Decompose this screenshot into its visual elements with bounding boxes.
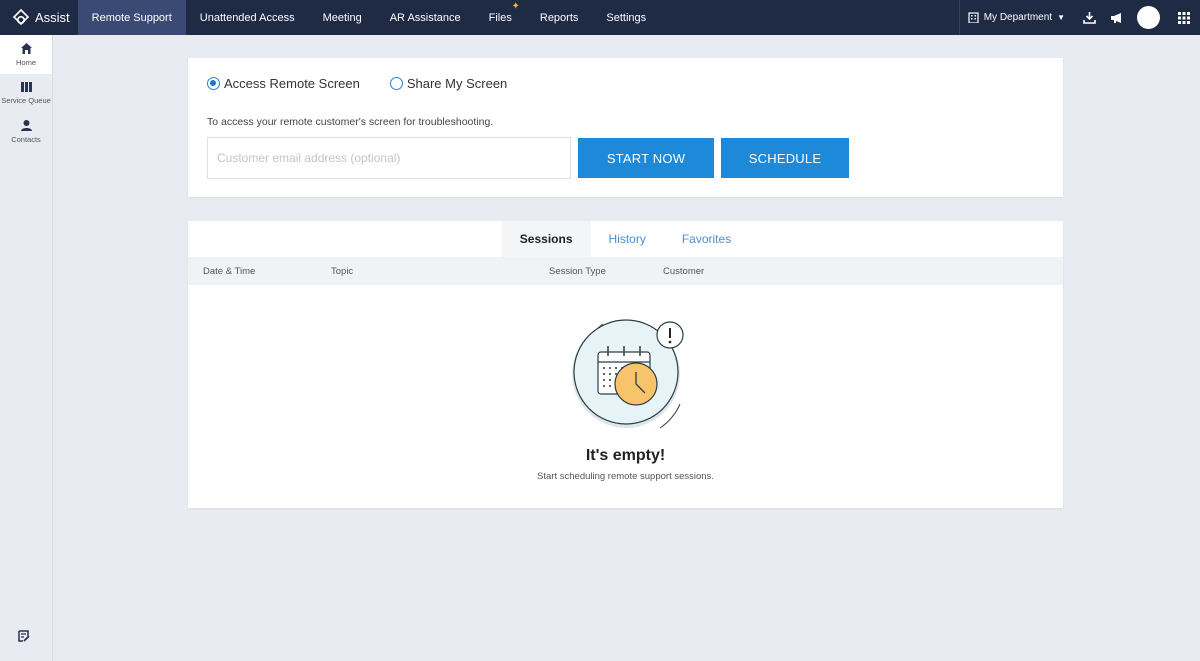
nav-meeting[interactable]: Meeting bbox=[309, 0, 376, 35]
building-icon bbox=[968, 12, 979, 23]
nav-label: Meeting bbox=[322, 11, 362, 24]
nav-unattended-access[interactable]: Unattended Access bbox=[186, 0, 309, 35]
top-right-actions: My Department ▼ bbox=[958, 0, 1200, 35]
top-bar: Assist Remote Support Unattended Access … bbox=[0, 0, 1200, 35]
nav-label: Settings bbox=[606, 11, 647, 24]
nav-remote-support[interactable]: Remote Support bbox=[77, 0, 186, 35]
radio-unselected-icon bbox=[389, 77, 403, 90]
department-selector[interactable]: My Department ▼ bbox=[958, 0, 1075, 35]
nav-label: Reports bbox=[539, 11, 579, 24]
assist-logo-icon bbox=[12, 8, 30, 25]
start-now-button[interactable]: START NOW bbox=[578, 138, 714, 178]
queue-icon bbox=[20, 82, 32, 92]
contacts-icon bbox=[20, 120, 32, 131]
left-sidebar: Home Service Queue Contacts bbox=[0, 35, 53, 661]
schedule-button[interactable]: SCHEDULE bbox=[721, 138, 849, 178]
sidebar-item-contacts[interactable]: Contacts bbox=[0, 112, 52, 151]
column-header[interactable]: Customer bbox=[663, 266, 704, 277]
sidebar-item-home[interactable]: Home bbox=[0, 35, 52, 74]
radio-share-my-screen[interactable]: Share My Screen bbox=[389, 76, 508, 91]
radio-label: Share My Screen bbox=[406, 76, 508, 91]
sidebar-item-service-queue[interactable]: Service Queue bbox=[0, 74, 52, 112]
column-header[interactable]: Session Type bbox=[549, 266, 606, 277]
download-icon[interactable] bbox=[1077, 0, 1101, 35]
empty-calendar-illustration bbox=[572, 319, 684, 429]
sessions-tabs: Sessions History Favorites bbox=[188, 221, 1063, 257]
nav-label: Remote Support bbox=[91, 11, 172, 24]
column-header[interactable]: Date & Time bbox=[203, 266, 255, 277]
radio-access-remote-screen[interactable]: Access Remote Screen bbox=[207, 76, 360, 91]
radio-label: Access Remote Screen bbox=[224, 76, 360, 91]
apps-grid-icon[interactable] bbox=[1172, 0, 1196, 35]
tab-sessions[interactable]: Sessions bbox=[501, 221, 591, 257]
customer-email-input[interactable] bbox=[207, 137, 571, 179]
nav-files[interactable]: Files ✦ bbox=[475, 0, 526, 35]
sidebar-item-label: Home bbox=[15, 58, 36, 67]
nav-label: AR Assistance bbox=[389, 11, 461, 24]
sidebar-item-label: Service Queue bbox=[1, 96, 51, 105]
nav-reports[interactable]: Reports bbox=[526, 0, 593, 35]
feedback-icon[interactable] bbox=[18, 629, 30, 647]
department-label: My Department bbox=[983, 12, 1053, 23]
home-icon bbox=[20, 43, 32, 54]
tab-history[interactable]: History bbox=[591, 221, 664, 257]
mode-radio-group: Access Remote Screen Share My Screen bbox=[207, 76, 537, 91]
nav-ar-assistance[interactable]: AR Assistance bbox=[376, 0, 475, 35]
tab-favorites[interactable]: Favorites bbox=[664, 221, 749, 257]
sessions-table-header: Date & Time Topic Session Type Customer bbox=[188, 257, 1063, 285]
app-brand[interactable]: Assist bbox=[0, 0, 78, 35]
radio-selected-icon bbox=[207, 77, 220, 90]
nav-settings[interactable]: Settings bbox=[592, 0, 660, 35]
sidebar-item-label: Contacts bbox=[11, 135, 41, 144]
announcement-icon[interactable] bbox=[1105, 0, 1129, 35]
nav-label: Files bbox=[488, 11, 512, 24]
new-sparkle-icon: ✦ bbox=[511, 1, 520, 12]
empty-state-subtitle: Start scheduling remote support sessions… bbox=[537, 471, 714, 482]
main-nav: Remote Support Unattended Access Meeting… bbox=[77, 0, 660, 35]
empty-state-title: It's empty! bbox=[585, 447, 666, 464]
nav-label: Unattended Access bbox=[199, 11, 295, 24]
user-avatar[interactable] bbox=[1137, 6, 1160, 29]
sessions-card: Sessions History Favorites Date & Time T… bbox=[188, 221, 1063, 508]
app-name: Assist bbox=[35, 10, 70, 25]
remote-session-card: Access Remote Screen Share My Screen To … bbox=[188, 58, 1063, 197]
column-header[interactable]: Topic bbox=[331, 266, 353, 277]
chevron-down-icon: ▼ bbox=[1057, 13, 1065, 22]
connect-description: To access your remote customer's screen … bbox=[207, 116, 494, 128]
